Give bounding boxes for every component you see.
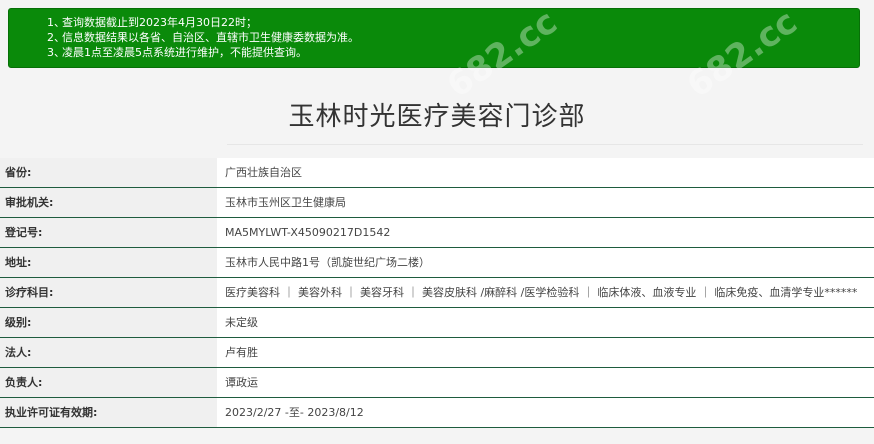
field-value: 广西壮族自治区 <box>217 158 874 187</box>
notice-item: 3、凌晨1点至凌晨5点系统进行维护，不能提供查询。 <box>47 46 307 59</box>
table-row: 省份: 广西壮族自治区 <box>0 158 874 188</box>
table-row: 级别: 未定级 <box>0 308 874 338</box>
table-row: 诊疗科目: 医疗美容科 ｜ 美容外科 ｜ 美容牙科 ｜ 美容皮肤科 /麻醉科 /… <box>0 278 874 308</box>
field-label: 级别: <box>0 308 217 337</box>
field-value: 2023/2/27 -至- 2023/8/12 <box>217 398 874 427</box>
page-title: 玉林时光医疗美容门诊部 <box>288 102 586 132</box>
field-value: 玉林市玉州区卫生健康局 <box>217 188 874 217</box>
field-label: 登记号: <box>0 218 217 247</box>
field-value: 未定级 <box>217 308 874 337</box>
field-label: 法人: <box>0 338 217 367</box>
field-value: 谭政运 <box>217 368 874 397</box>
field-label: 执业许可证有效期: <box>0 398 217 427</box>
field-value: 医疗美容科 ｜ 美容外科 ｜ 美容牙科 ｜ 美容皮肤科 /麻醉科 /医学检验科 … <box>217 278 874 307</box>
table-row: 地址: 玉林市人民中路1号（凯旋世纪广场二楼） <box>0 248 874 278</box>
field-value: 卢有胜 <box>217 338 874 367</box>
table-row: 执业许可证有效期: 2023/2/27 -至- 2023/8/12 <box>0 398 874 428</box>
field-value: MA5MYLWT-X45090217D1542 <box>217 218 874 247</box>
field-label: 诊疗科目: <box>0 278 217 307</box>
table-row: 登记号: MA5MYLWT-X45090217D1542 <box>0 218 874 248</box>
notice-item: 2、信息数据结果以各省、自治区、直辖市卫生健康委数据为准。 <box>47 31 359 44</box>
table-row: 法人: 卢有胜 <box>0 338 874 368</box>
title-divider <box>227 144 863 145</box>
field-value: 玉林市人民中路1号（凯旋世纪广场二楼） <box>217 248 874 277</box>
notice-item: 1、查询数据截止到2023年4月30日22时； <box>47 16 257 29</box>
info-table: 省份: 广西壮族自治区 审批机关: 玉林市玉州区卫生健康局 登记号: MA5MY… <box>0 158 874 428</box>
table-row: 负责人: 谭政运 <box>0 368 874 398</box>
field-label: 地址: <box>0 248 217 277</box>
field-label: 审批机关: <box>0 188 217 217</box>
field-label: 省份: <box>0 158 217 187</box>
field-label: 负责人: <box>0 368 217 397</box>
notice-banner: 1、查询数据截止到2023年4月30日22时； 2、信息数据结果以各省、自治区、… <box>8 8 860 68</box>
table-row: 审批机关: 玉林市玉州区卫生健康局 <box>0 188 874 218</box>
